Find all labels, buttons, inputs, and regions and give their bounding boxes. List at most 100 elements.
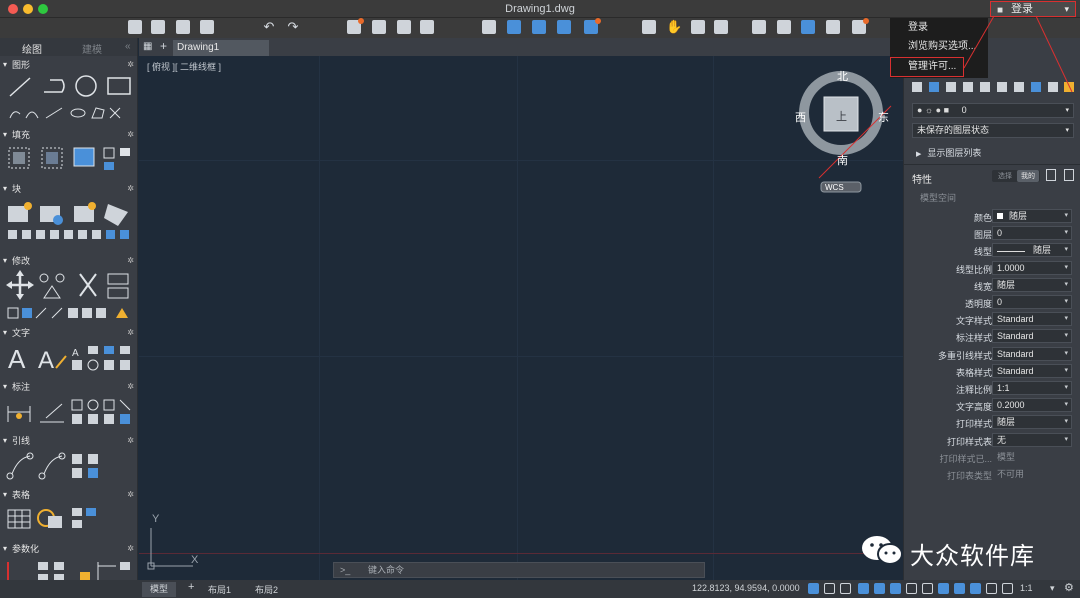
- collapse-icon[interactable]: «: [125, 41, 131, 52]
- cloud-icon[interactable]: [584, 18, 601, 34]
- section-header[interactable]: 修改✲: [0, 254, 138, 268]
- property-value[interactable]: 0 ▾: [992, 226, 1072, 241]
- property-value[interactable]: 随层 ▾: [992, 277, 1072, 292]
- ellipse-icon: [70, 108, 86, 118]
- print-icon[interactable]: [372, 20, 386, 34]
- 3d-osnap-icon[interactable]: [954, 583, 965, 594]
- section-header[interactable]: 块✲: [0, 182, 138, 196]
- property-value[interactable]: 0.2000 ▾: [992, 398, 1072, 413]
- property-value[interactable]: Standard ▾: [992, 329, 1072, 344]
- menu-item-login[interactable]: 登录: [908, 21, 928, 35]
- table-tools[interactable]: [6, 504, 136, 536]
- grid-view-icon[interactable]: ▦: [143, 41, 152, 52]
- modify-tools[interactable]: [6, 270, 136, 322]
- plot-icon[interactable]: [347, 18, 364, 34]
- import-icon[interactable]: [532, 20, 546, 34]
- new-file-icon[interactable]: [128, 20, 142, 34]
- property-value[interactable]: 1:1 ▾: [992, 381, 1072, 395]
- zoom-icon[interactable]: [691, 20, 705, 34]
- viewcube-top-label[interactable]: 上: [836, 108, 847, 124]
- undo-icon[interactable]: ↶: [262, 20, 276, 34]
- add-layout-icon[interactable]: +: [188, 581, 194, 593]
- zoom-window-icon[interactable]: [642, 20, 656, 34]
- section-header[interactable]: 引线✲: [0, 434, 138, 448]
- hatch-tools[interactable]: [6, 144, 136, 174]
- polar-icon[interactable]: [858, 583, 869, 594]
- block-tools[interactable]: [6, 198, 136, 242]
- command-line[interactable]: >_ 键入命令: [333, 562, 705, 578]
- tab-draw[interactable]: 绘图: [22, 41, 42, 56]
- section-header[interactable]: 图形✲: [0, 58, 138, 72]
- orbit-icon[interactable]: [714, 20, 728, 34]
- viewport-label[interactable]: [ 俯视 ][ 二维线框 ]: [147, 60, 221, 73]
- sheet-icon[interactable]: [482, 20, 496, 34]
- dimension-tools[interactable]: [6, 396, 136, 428]
- selection-cycle-icon[interactable]: [938, 583, 949, 594]
- publish-icon[interactable]: [397, 20, 411, 34]
- otrack-icon[interactable]: [890, 583, 901, 594]
- compass-east[interactable]: 东: [878, 109, 889, 125]
- compass-south[interactable]: 南: [837, 152, 848, 168]
- redo-icon[interactable]: ↷: [286, 20, 300, 34]
- section-header[interactable]: 文字✲: [0, 326, 138, 340]
- viewcube[interactable]: [791, 66, 901, 196]
- tab-model[interactable]: 模型: [142, 582, 177, 597]
- transparency-icon[interactable]: [922, 583, 933, 594]
- drawing-canvas[interactable]: ▦ + Drawing1 [ 俯视 ][ 二维线框 ] 北 南 东 西 上 WC…: [139, 38, 903, 580]
- show-layer-list[interactable]: ▶ 显示图层列表: [916, 146, 981, 159]
- save-as-icon[interactable]: [200, 20, 214, 34]
- tab-modeling[interactable]: 建模: [82, 41, 102, 56]
- section-header[interactable]: 表格✲: [0, 488, 138, 502]
- property-value[interactable]: 1.0000 ▾: [992, 260, 1072, 275]
- tab-layout2[interactable]: 布局2: [255, 583, 278, 596]
- compass-north[interactable]: 北: [837, 68, 848, 84]
- auto-scale-icon[interactable]: [1002, 583, 1013, 594]
- current-layer-select[interactable]: ● ☼ ● ■ 0 ▾: [912, 103, 1074, 118]
- gear-icon[interactable]: ⚙: [1064, 581, 1074, 594]
- match-properties-icon[interactable]: [777, 20, 791, 34]
- lineweight-icon[interactable]: [906, 583, 917, 594]
- new-tab-icon[interactable]: +: [160, 39, 167, 53]
- express-icon[interactable]: [852, 18, 869, 34]
- section-header[interactable]: 标注✲: [0, 380, 138, 394]
- property-value[interactable]: 0 ▾: [992, 295, 1072, 309]
- property-value[interactable]: 随层 ▾: [992, 243, 1072, 258]
- command-input[interactable]: 键入命令: [368, 563, 404, 577]
- sync-icon[interactable]: [801, 20, 815, 34]
- chevron-down-icon[interactable]: ▾: [1050, 583, 1055, 594]
- property-value[interactable]: Standard ▾: [992, 346, 1072, 361]
- annotation-scale[interactable]: 1:1: [1020, 583, 1033, 593]
- annotation-visibility-icon[interactable]: [986, 583, 997, 594]
- layer-state-select[interactable]: 未保存的图层状态 ▾: [912, 123, 1074, 138]
- edit-icon[interactable]: [1046, 169, 1056, 181]
- grid-icon[interactable]: [808, 583, 819, 594]
- pan-hand-icon[interactable]: ✋: [666, 20, 682, 34]
- section-header[interactable]: 填充✲: [0, 128, 138, 142]
- snap-icon[interactable]: [824, 583, 835, 594]
- selection-toggle[interactable]: 选择 我的: [992, 170, 1040, 182]
- ortho-icon[interactable]: [840, 583, 851, 594]
- property-value[interactable]: 随层 ▾: [992, 415, 1072, 430]
- dynamic-ucs-icon[interactable]: [970, 583, 981, 594]
- leader-tools[interactable]: [6, 450, 136, 482]
- property-value[interactable]: 随层 ▾: [992, 209, 1072, 223]
- save-icon[interactable]: [176, 20, 190, 34]
- compass-west[interactable]: 西: [795, 109, 806, 125]
- export-icon[interactable]: [1064, 169, 1074, 181]
- connect-icon[interactable]: [826, 20, 840, 34]
- text-tools[interactable]: A A A: [6, 342, 136, 374]
- export-icon[interactable]: [420, 20, 434, 34]
- osnap-icon[interactable]: [874, 583, 885, 594]
- shape-tools[interactable]: [6, 74, 136, 122]
- property-value[interactable]: Standard ▾: [992, 312, 1072, 327]
- property-value[interactable]: Standard ▾: [992, 363, 1072, 378]
- wcs-label[interactable]: WCS: [825, 183, 844, 192]
- section-header[interactable]: 参数化✲: [0, 542, 138, 556]
- share-icon[interactable]: [557, 20, 571, 34]
- tab-layout1[interactable]: 布局1: [208, 583, 231, 596]
- property-value[interactable]: 无 ▾: [992, 432, 1072, 447]
- layer-properties-icon[interactable]: [752, 20, 766, 34]
- project-icon[interactable]: [507, 20, 521, 34]
- tab-drawing1[interactable]: Drawing1: [173, 40, 269, 56]
- open-file-icon[interactable]: [151, 20, 165, 34]
